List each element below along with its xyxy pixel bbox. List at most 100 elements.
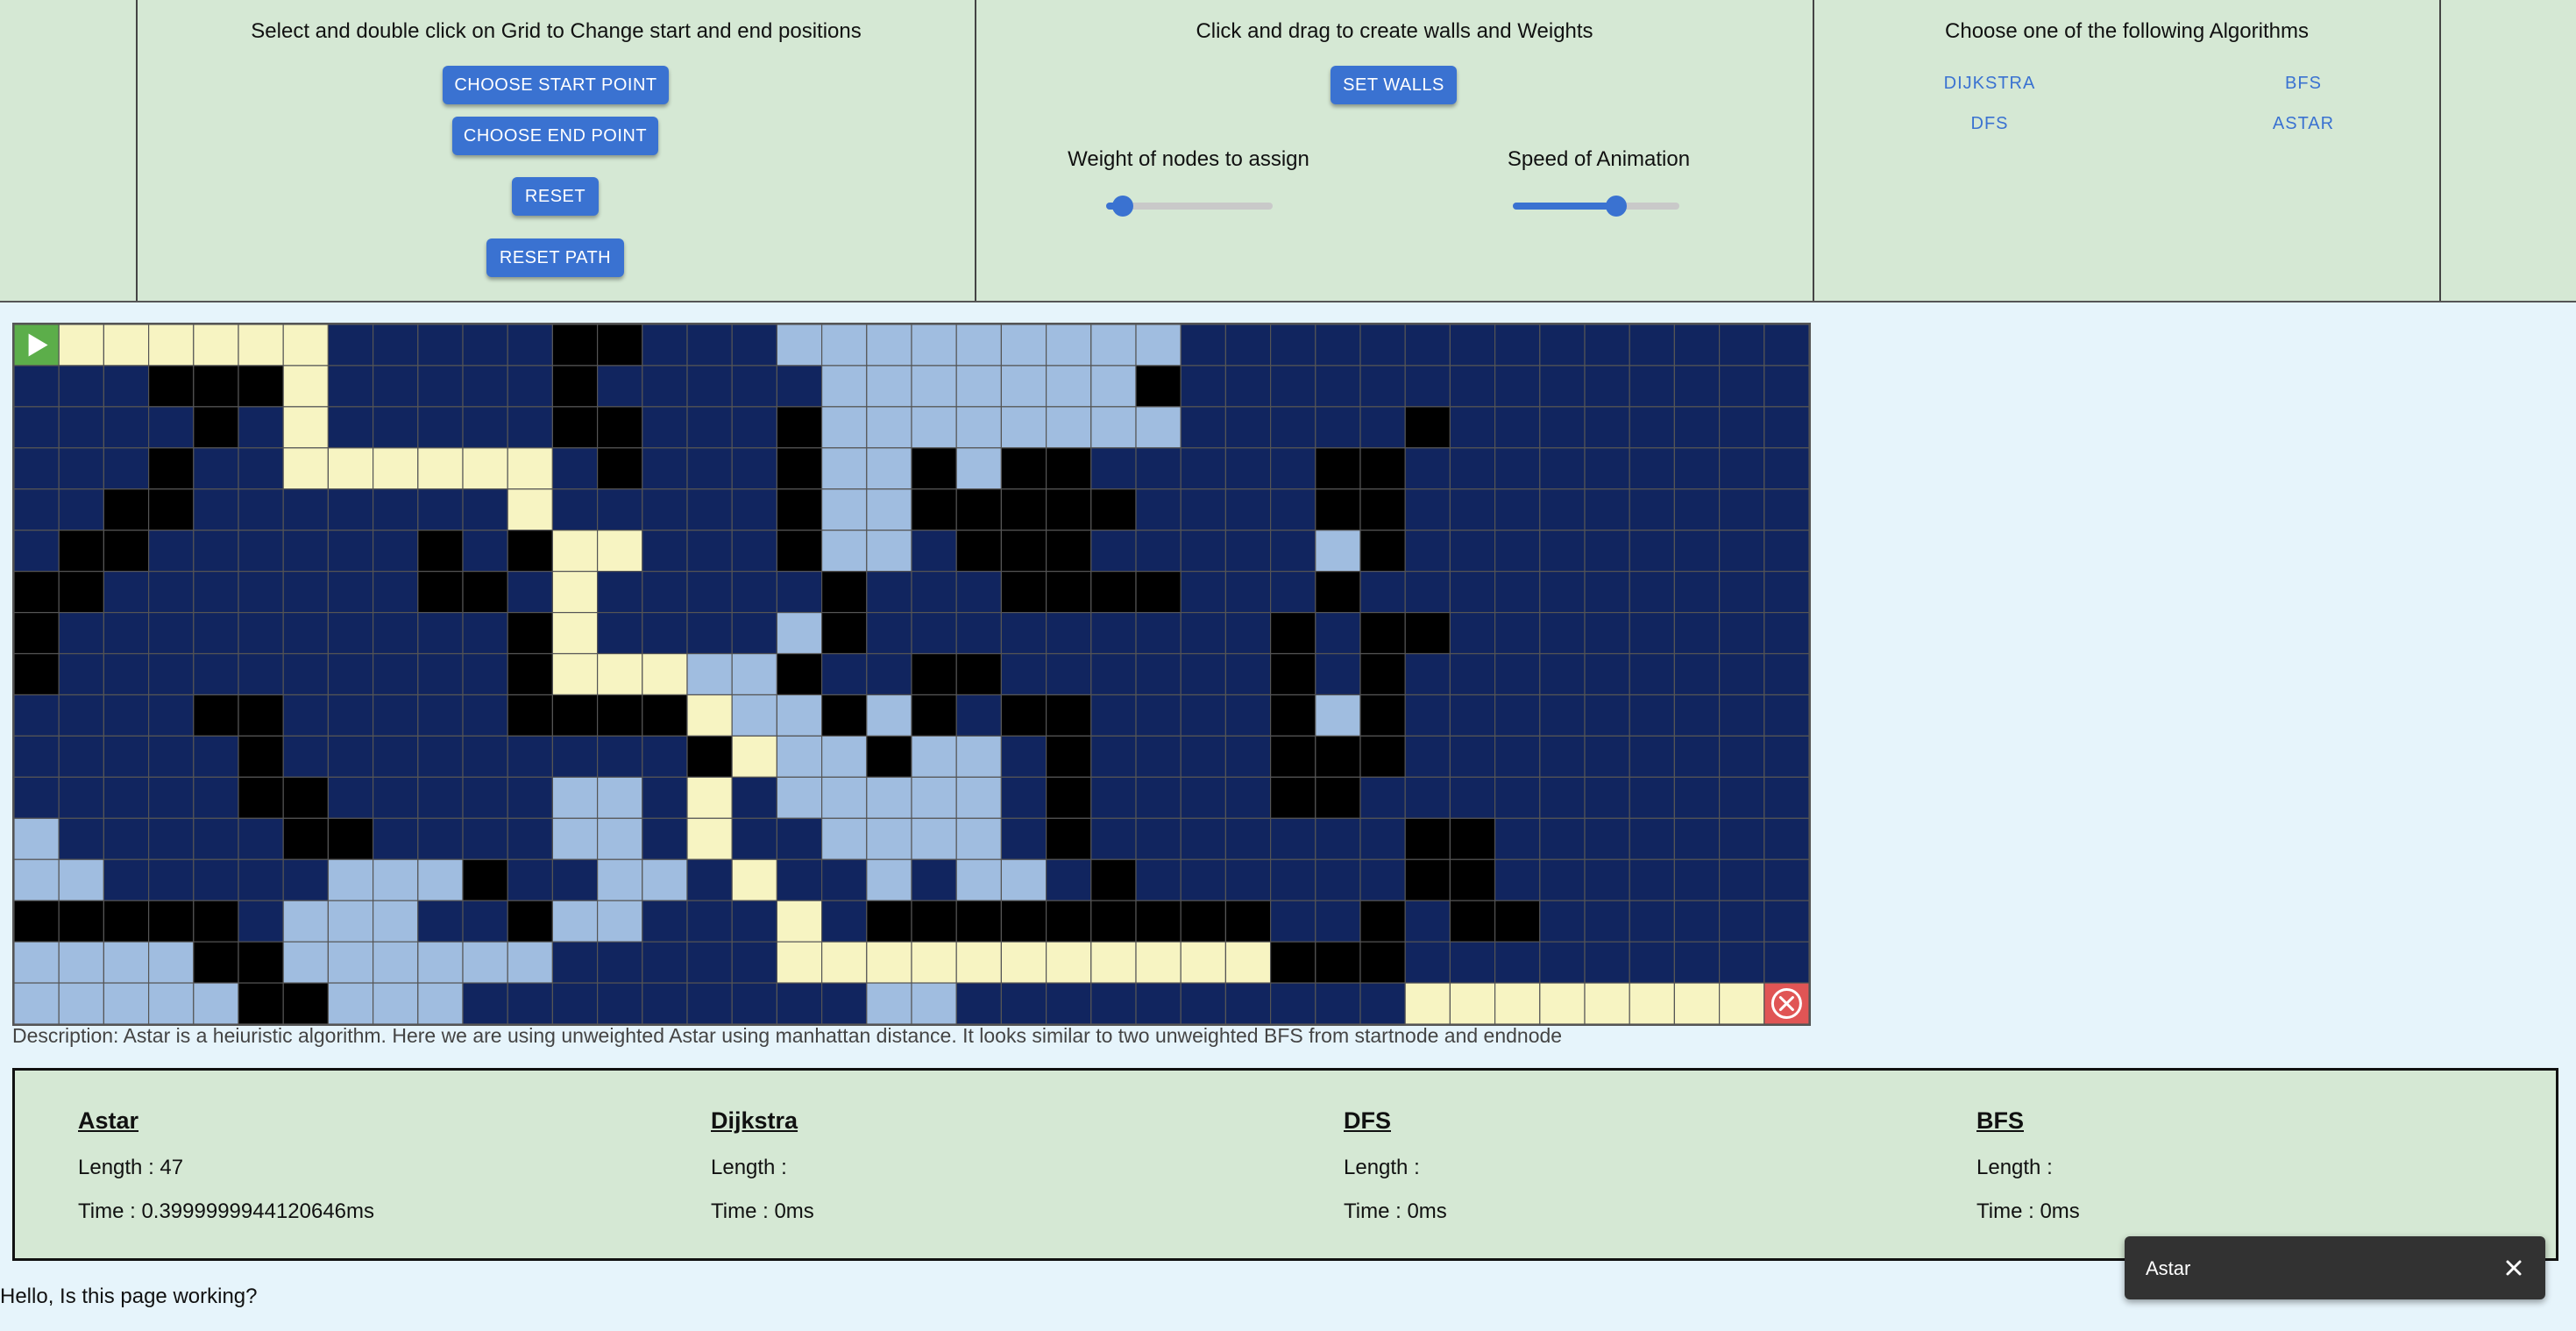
grid-cell-visited[interactable] [551, 817, 599, 860]
grid-cell-empty[interactable] [1494, 694, 1541, 737]
grid-cell-empty[interactable] [282, 488, 330, 531]
grid-cell-empty[interactable] [1763, 900, 1809, 943]
grid-cell-empty[interactable] [1404, 447, 1451, 490]
grid-cell-empty[interactable] [462, 776, 508, 819]
grid-cell-empty[interactable] [103, 365, 150, 408]
grid-cell-empty[interactable] [1673, 488, 1721, 531]
grid-cell-empty[interactable] [507, 406, 554, 449]
grid-cell-empty[interactable] [1180, 324, 1226, 367]
grid-cell-visited[interactable] [193, 982, 239, 1024]
grid-cell-empty[interactable] [731, 447, 778, 490]
grid-cell-visited[interactable] [866, 324, 912, 367]
grid-cell-empty[interactable] [1180, 735, 1226, 778]
grid-cell-empty[interactable] [103, 776, 150, 819]
grid-cell-path[interactable] [282, 406, 330, 449]
grid-cell-empty[interactable] [103, 652, 150, 696]
grid-cell-empty[interactable] [1449, 735, 1496, 778]
grid-cell-empty[interactable] [686, 324, 733, 367]
grid-cell-empty[interactable] [1180, 694, 1226, 737]
grid-cell-path[interactable] [282, 324, 330, 367]
grid-cell-empty[interactable] [1269, 406, 1316, 449]
grid-cell-empty[interactable] [911, 571, 957, 614]
grid-cell-empty[interactable] [238, 858, 284, 901]
grid-cell-empty[interactable] [14, 488, 60, 531]
grid-cell-empty[interactable] [1673, 365, 1721, 408]
grid-cell-empty[interactable] [642, 982, 688, 1024]
grid-cell-empty[interactable] [417, 817, 464, 860]
algo-bfs[interactable]: BFS [2233, 74, 2374, 94]
grid-cell-wall[interactable] [1269, 652, 1316, 696]
grid-cell-empty[interactable] [1539, 571, 1586, 614]
grid-cell-empty[interactable] [507, 817, 554, 860]
grid-cell-empty[interactable] [193, 652, 239, 696]
grid-cell-empty[interactable] [1449, 406, 1496, 449]
grid-cell-empty[interactable] [1045, 611, 1092, 655]
grid-cell-empty[interactable] [1629, 776, 1675, 819]
grid-cell-empty[interactable] [14, 776, 60, 819]
grid-cell-empty[interactable] [1224, 694, 1272, 737]
grid-cell-wall[interactable] [282, 982, 330, 1024]
grid-cell-wall[interactable] [551, 365, 599, 408]
grid-cell-empty[interactable] [1180, 571, 1226, 614]
grid-cell-visited[interactable] [911, 365, 957, 408]
grid-cell-empty[interactable] [14, 406, 60, 449]
grid-cell-wall[interactable] [507, 900, 554, 943]
grid-cell-empty[interactable] [103, 858, 150, 901]
grid-cell-wall[interactable] [820, 611, 868, 655]
grid-cell-wall[interactable] [193, 406, 239, 449]
grid-cell-empty[interactable] [1269, 817, 1316, 860]
grid-cell-visited[interactable] [911, 406, 957, 449]
grid-cell-visited[interactable] [14, 817, 60, 860]
grid-cell-visited[interactable] [776, 694, 823, 737]
grid-cell-wall[interactable] [1135, 900, 1182, 943]
grid-cell-empty[interactable] [103, 735, 150, 778]
grid-cell-visited[interactable] [866, 817, 912, 860]
grid-cell-wall[interactable] [507, 611, 554, 655]
grid-cell-empty[interactable] [1135, 858, 1182, 901]
grid-cell-empty[interactable] [1494, 406, 1541, 449]
grid-cell-empty[interactable] [1539, 941, 1586, 984]
grid-cell-empty[interactable] [1718, 571, 1765, 614]
grid-cell-empty[interactable] [731, 900, 778, 943]
grid-cell-empty[interactable] [1449, 488, 1496, 531]
grid-cell-empty[interactable] [1269, 488, 1316, 531]
grid-cell-path[interactable] [1135, 941, 1182, 984]
grid-cell-visited[interactable] [820, 530, 868, 573]
grid-cell-wall[interactable] [1449, 900, 1496, 943]
grid-cell-empty[interactable] [1135, 982, 1182, 1024]
grid-cell-empty[interactable] [103, 817, 150, 860]
weight-slider-thumb[interactable] [1112, 196, 1133, 217]
grid-cell-empty[interactable] [462, 488, 508, 531]
grid-cell-empty[interactable] [642, 488, 688, 531]
grid-cell-empty[interactable] [1584, 571, 1630, 614]
set-walls-button[interactable]: SET WALLS [1331, 66, 1457, 104]
grid-cell-visited[interactable] [955, 447, 1002, 490]
grid-cell-path[interactable] [776, 900, 823, 943]
grid-cell-wall[interactable] [1045, 735, 1092, 778]
grid-cell-path[interactable] [1449, 982, 1496, 1024]
grid-cell-empty[interactable] [1539, 488, 1586, 531]
grid-cell-wall[interactable] [911, 447, 957, 490]
grid-cell-visited[interactable] [911, 776, 957, 819]
grid-cell-path[interactable] [776, 941, 823, 984]
grid-cell-visited[interactable] [417, 982, 464, 1024]
grid-cell-visited[interactable] [148, 941, 195, 984]
grid-cell-empty[interactable] [1718, 858, 1765, 901]
grid-cell-empty[interactable] [1224, 571, 1272, 614]
grid-cell-empty[interactable] [596, 735, 643, 778]
grid-cell-empty[interactable] [1673, 571, 1721, 614]
grid-cell-empty[interactable] [642, 941, 688, 984]
grid-cell-empty[interactable] [1494, 817, 1541, 860]
grid-cell-empty[interactable] [955, 982, 1002, 1024]
grid-cell-path[interactable] [373, 447, 419, 490]
grid-cell-empty[interactable] [238, 571, 284, 614]
grid-cell-empty[interactable] [1673, 817, 1721, 860]
grid-cell-wall[interactable] [507, 652, 554, 696]
grid-cell-wall[interactable] [1000, 694, 1047, 737]
grid-cell-visited[interactable] [596, 817, 643, 860]
grid-cell-empty[interactable] [103, 611, 150, 655]
grid-cell-empty[interactable] [1718, 324, 1765, 367]
grid-cell-wall[interactable] [1000, 571, 1047, 614]
grid-cell-empty[interactable] [462, 982, 508, 1024]
grid-cell-empty[interactable] [1315, 406, 1361, 449]
